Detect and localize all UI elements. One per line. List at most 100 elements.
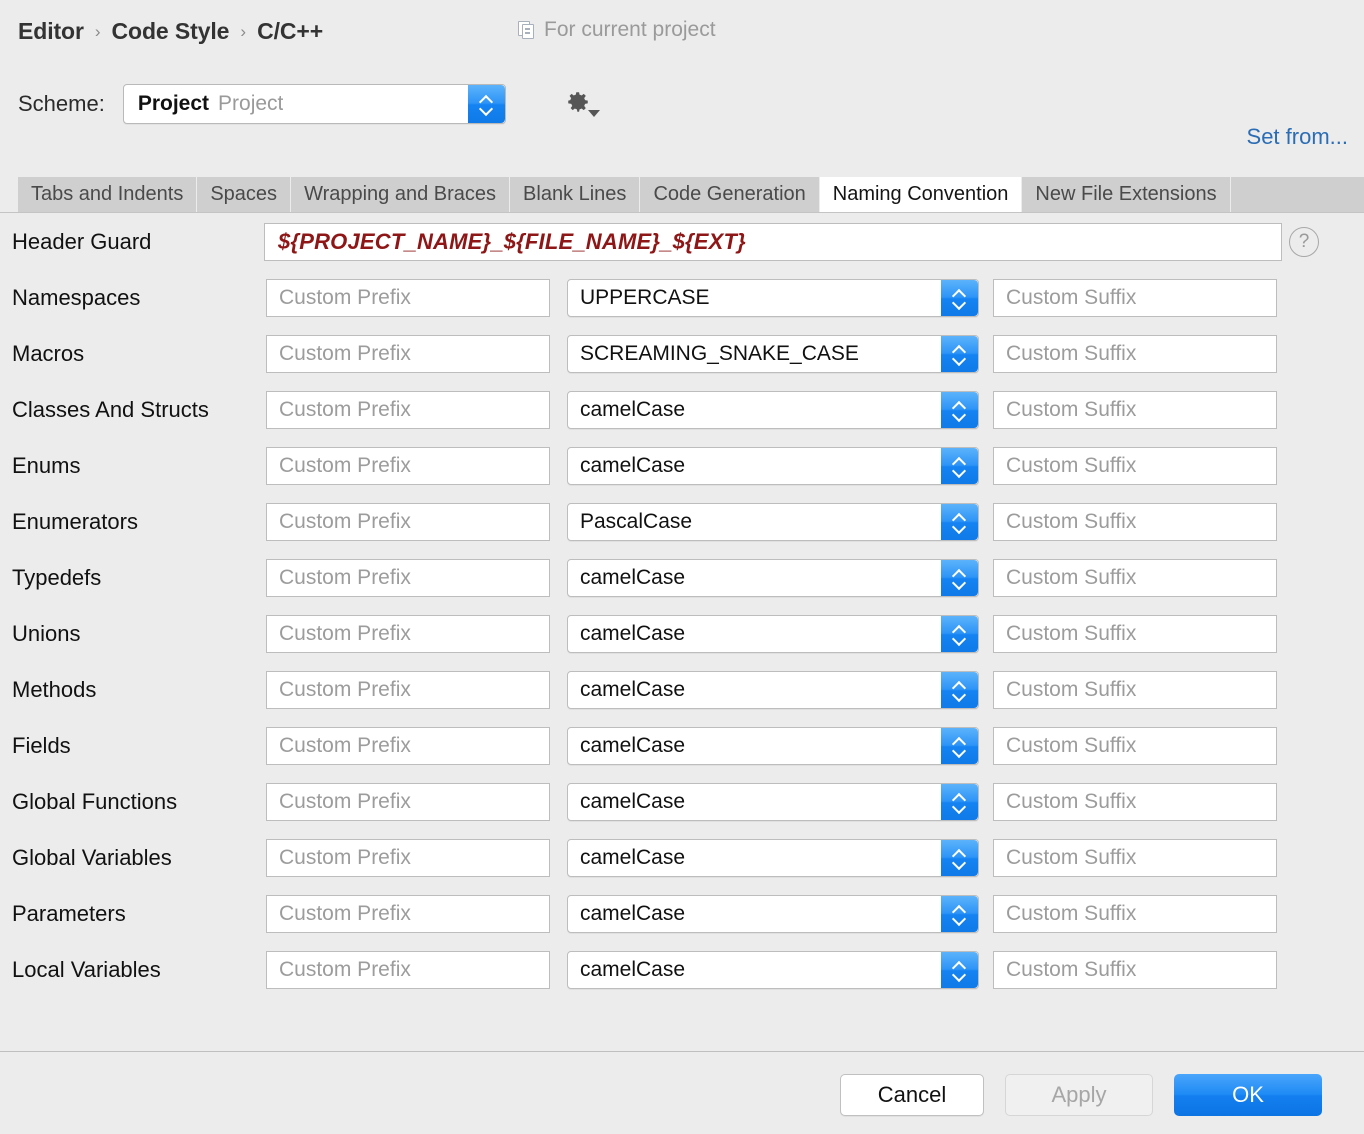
style-select-enumerators[interactable]: PascalCase bbox=[567, 503, 979, 541]
suffix-input-fields[interactable]: Custom Suffix bbox=[993, 727, 1277, 765]
chevron-down-icon bbox=[953, 579, 966, 587]
tab-tabs-and-indents[interactable]: Tabs and Indents bbox=[18, 177, 198, 212]
suffix-placeholder: Custom Suffix bbox=[1006, 678, 1137, 701]
prefix-input-fields[interactable]: Custom Prefix bbox=[266, 727, 550, 765]
select-stepper[interactable] bbox=[941, 392, 978, 428]
style-select-parameters[interactable]: camelCase bbox=[567, 895, 979, 933]
apply-button[interactable]: Apply bbox=[1005, 1074, 1153, 1116]
naming-row-parameters: Parameters Custom Prefix camelCase Custom S… bbox=[0, 886, 1364, 942]
prefix-input-enumerators[interactable]: Custom Prefix bbox=[266, 503, 550, 541]
prefix-placeholder: Custom Prefix bbox=[279, 678, 411, 701]
suffix-input-namespaces[interactable]: Custom Suffix bbox=[993, 279, 1277, 317]
select-stepper[interactable] bbox=[941, 448, 978, 484]
style-select-namespaces[interactable]: UPPERCASE bbox=[567, 279, 979, 317]
scheme-settings-gear-button[interactable] bbox=[562, 84, 606, 124]
suffix-input-local-variables[interactable]: Custom Suffix bbox=[993, 951, 1277, 989]
prefix-placeholder: Custom Prefix bbox=[279, 398, 411, 421]
prefix-input-classes-and-structs[interactable]: Custom Prefix bbox=[266, 391, 550, 429]
select-stepper[interactable] bbox=[941, 504, 978, 540]
style-select-classes-and-structs[interactable]: camelCase bbox=[567, 391, 979, 429]
tab-new-file-extensions[interactable]: New File Extensions bbox=[1022, 177, 1231, 212]
tab-naming-convention[interactable]: Naming Convention bbox=[819, 177, 1023, 212]
cancel-button[interactable]: Cancel bbox=[840, 1074, 984, 1116]
header-guard-row: Header Guard ${PROJECT_NAME}_${FILE_NAME… bbox=[0, 214, 1364, 270]
select-stepper[interactable] bbox=[941, 280, 978, 316]
style-select-typedefs[interactable]: camelCase bbox=[567, 559, 979, 597]
style-select-global-variables[interactable]: camelCase bbox=[567, 839, 979, 877]
style-select-fields[interactable]: camelCase bbox=[567, 727, 979, 765]
row-label-methods: Methods bbox=[12, 677, 97, 702]
select-stepper[interactable] bbox=[941, 784, 978, 820]
tab-wrapping-and-braces[interactable]: Wrapping and Braces bbox=[291, 177, 511, 212]
scheme-select-stepper[interactable] bbox=[467, 85, 505, 123]
prefix-input-typedefs[interactable]: Custom Prefix bbox=[266, 559, 550, 597]
breadcrumb-item-0[interactable]: Editor bbox=[18, 18, 84, 45]
set-from-link[interactable]: Set from... bbox=[1247, 124, 1348, 150]
prefix-input-unions[interactable]: Custom Prefix bbox=[266, 615, 550, 653]
select-stepper[interactable] bbox=[941, 728, 978, 764]
suffix-input-enumerators[interactable]: Custom Suffix bbox=[993, 503, 1277, 541]
help-question-icon[interactable]: ? bbox=[1289, 227, 1319, 257]
breadcrumb-item-1[interactable]: Code Style bbox=[112, 18, 230, 45]
prefix-placeholder: Custom Prefix bbox=[279, 566, 411, 589]
prefix-placeholder: Custom Prefix bbox=[279, 510, 411, 533]
prefix-input-enums[interactable]: Custom Prefix bbox=[266, 447, 550, 485]
style-select-enums[interactable]: camelCase bbox=[567, 447, 979, 485]
row-label-namespaces: Namespaces bbox=[12, 285, 141, 310]
prefix-placeholder: Custom Prefix bbox=[279, 342, 411, 365]
select-stepper[interactable] bbox=[941, 672, 978, 708]
style-select-unions[interactable]: camelCase bbox=[567, 615, 979, 653]
naming-row-enums: Enums Custom Prefix camelCase Custom Suffix bbox=[0, 438, 1364, 494]
chevron-down-icon bbox=[953, 355, 966, 363]
tab-label: New File Extensions bbox=[1035, 183, 1217, 205]
suffix-input-methods[interactable]: Custom Suffix bbox=[993, 671, 1277, 709]
suffix-input-global-variables[interactable]: Custom Suffix bbox=[993, 839, 1277, 877]
select-stepper[interactable] bbox=[941, 952, 978, 988]
ok-button[interactable]: OK bbox=[1174, 1074, 1322, 1116]
select-stepper[interactable] bbox=[941, 616, 978, 652]
style-select-global-functions[interactable]: camelCase bbox=[567, 783, 979, 821]
suffix-input-parameters[interactable]: Custom Suffix bbox=[993, 895, 1277, 933]
chevron-down-icon bbox=[953, 747, 966, 755]
chevron-down-icon bbox=[953, 859, 966, 867]
tab-label: Wrapping and Braces bbox=[304, 183, 497, 205]
select-stepper[interactable] bbox=[941, 896, 978, 932]
select-stepper[interactable] bbox=[941, 336, 978, 372]
style-select-methods[interactable]: camelCase bbox=[567, 671, 979, 709]
tab-code-generation[interactable]: Code Generation bbox=[640, 177, 820, 212]
suffix-input-macros[interactable]: Custom Suffix bbox=[993, 335, 1277, 373]
suffix-input-classes-and-structs[interactable]: Custom Suffix bbox=[993, 391, 1277, 429]
suffix-input-global-functions[interactable]: Custom Suffix bbox=[993, 783, 1277, 821]
row-label-parameters: Parameters bbox=[12, 901, 126, 926]
style-select-macros[interactable]: SCREAMING_SNAKE_CASE bbox=[567, 335, 979, 373]
chevron-down-icon bbox=[953, 299, 966, 307]
chevron-down-icon bbox=[953, 467, 966, 475]
select-stepper[interactable] bbox=[941, 560, 978, 596]
tab-blank-lines[interactable]: Blank Lines bbox=[510, 177, 641, 212]
row-label-global-variables: Global Variables bbox=[12, 845, 172, 870]
style-select-value: camelCase bbox=[580, 958, 686, 981]
style-select-value: UPPERCASE bbox=[580, 286, 710, 309]
tab-label: Code Generation bbox=[653, 183, 806, 205]
row-label-global-functions: Global Functions bbox=[12, 789, 178, 814]
for-current-project-note: For current project bbox=[518, 18, 716, 42]
prefix-input-namespaces[interactable]: Custom Prefix bbox=[266, 279, 550, 317]
chevron-down-icon bbox=[480, 105, 493, 113]
tab-spaces[interactable]: Spaces bbox=[197, 177, 292, 212]
header-guard-input[interactable]: ${PROJECT_NAME}_${FILE_NAME}_${EXT} bbox=[264, 223, 1282, 261]
style-select-value: camelCase bbox=[580, 454, 686, 477]
select-stepper[interactable] bbox=[941, 840, 978, 876]
prefix-input-global-functions[interactable]: Custom Prefix bbox=[266, 783, 550, 821]
style-select-local-variables[interactable]: camelCase bbox=[567, 951, 979, 989]
prefix-input-local-variables[interactable]: Custom Prefix bbox=[266, 951, 550, 989]
suffix-input-unions[interactable]: Custom Suffix bbox=[993, 615, 1277, 653]
naming-row-typedefs: Typedefs Custom Prefix camelCase Custom Suf… bbox=[0, 550, 1364, 606]
suffix-input-enums[interactable]: Custom Suffix bbox=[993, 447, 1277, 485]
prefix-input-methods[interactable]: Custom Prefix bbox=[266, 671, 550, 709]
style-select-value: camelCase bbox=[580, 902, 686, 925]
scheme-select[interactable]: Project Project bbox=[122, 84, 506, 124]
prefix-input-global-variables[interactable]: Custom Prefix bbox=[266, 839, 550, 877]
prefix-input-macros[interactable]: Custom Prefix bbox=[266, 335, 550, 373]
suffix-input-typedefs[interactable]: Custom Suffix bbox=[993, 559, 1277, 597]
prefix-input-parameters[interactable]: Custom Prefix bbox=[266, 895, 550, 933]
